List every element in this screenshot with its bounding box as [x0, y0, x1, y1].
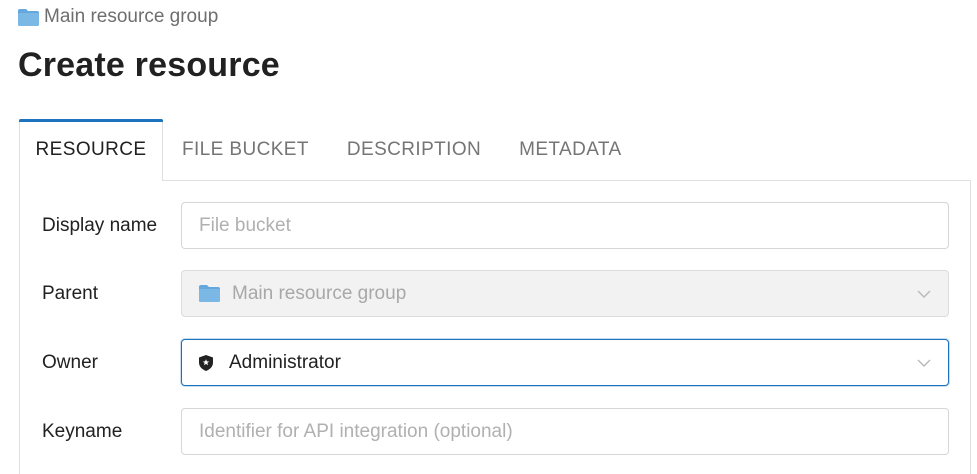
tab-description[interactable]: DESCRIPTION — [328, 119, 500, 181]
parent-value: Main resource group — [232, 282, 407, 304]
tab-metadata[interactable]: METADATA — [500, 119, 640, 181]
display-name-row: Display name File bucket — [20, 202, 970, 250]
owner-label: Owner — [42, 352, 98, 373]
keyname-placeholder: Identifier for API integration (optional… — [199, 420, 513, 442]
parent-label: Parent — [42, 283, 98, 304]
owner-select[interactable]: Administrator — [181, 339, 949, 386]
display-name-input[interactable]: File bucket — [181, 202, 949, 249]
page-title: Create resource — [18, 46, 280, 84]
parent-row: Parent Main resource group — [20, 270, 970, 318]
keyname-label: Keyname — [42, 421, 123, 442]
tab-file-bucket[interactable]: FILE BUCKET — [163, 119, 328, 181]
owner-value: Administrator — [229, 351, 341, 373]
shield-icon — [199, 354, 213, 371]
chevron-down-icon — [917, 359, 931, 367]
display-name-placeholder: File bucket — [199, 214, 291, 236]
parent-select[interactable]: Main resource group — [181, 270, 949, 317]
tab-bar: RESOURCE FILE BUCKET DESCRIPTION METADAT… — [19, 119, 971, 181]
display-name-label: Display name — [42, 215, 158, 236]
tab-resource[interactable]: RESOURCE — [19, 119, 163, 181]
breadcrumb[interactable]: Main resource group — [18, 6, 218, 28]
chevron-down-icon — [917, 290, 931, 298]
resource-form: Display name File bucket Parent Main res… — [19, 181, 971, 474]
folder-icon — [199, 285, 220, 302]
keyname-row: Keyname Identifier for API integration (… — [20, 408, 970, 456]
breadcrumb-label[interactable]: Main resource group — [44, 6, 218, 28]
owner-row: Owner Administrator — [20, 339, 970, 387]
keyname-input[interactable]: Identifier for API integration (optional… — [181, 408, 949, 455]
folder-icon — [18, 8, 39, 26]
